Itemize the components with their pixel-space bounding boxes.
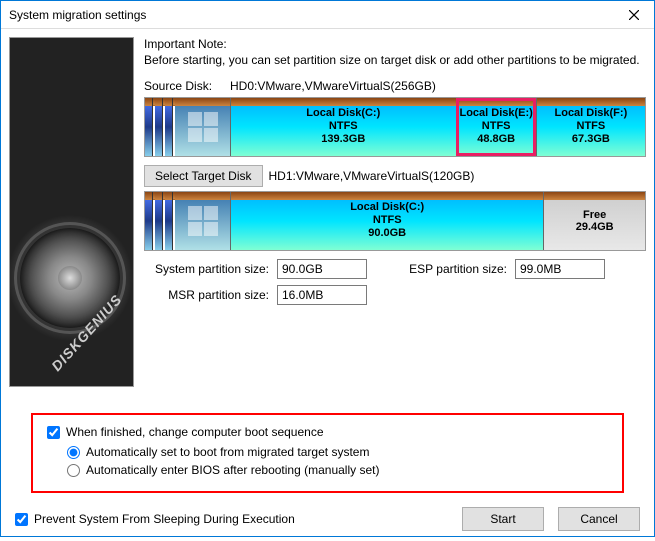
change-boot-sequence-checkbox[interactable] bbox=[47, 426, 60, 439]
enter-bios-radio[interactable] bbox=[67, 464, 80, 477]
close-button[interactable] bbox=[614, 1, 654, 29]
msr-partition-size-input[interactable] bbox=[277, 285, 367, 305]
note-body: Before starting, you can set partition s… bbox=[144, 53, 646, 69]
target-disk-bar[interactable]: Local Disk(C:) NTFS 90.0GB Free 29.4GB bbox=[144, 191, 646, 251]
change-boot-sequence-label: When finished, change computer boot sequ… bbox=[66, 425, 324, 439]
brand-image: DISKGENIUS bbox=[9, 37, 134, 387]
source-disk-label: Source Disk: bbox=[144, 79, 224, 93]
source-disk-name: HD0:VMware,VMwareVirtualS(256GB) bbox=[230, 79, 436, 93]
source-partition-e[interactable]: Local Disk(E:) NTFS 48.8GB bbox=[456, 98, 536, 156]
windows-icon bbox=[188, 112, 218, 142]
prevent-sleep-checkbox[interactable] bbox=[15, 513, 28, 526]
reserved-partition bbox=[165, 192, 173, 250]
system-partition-size-label: System partition size: bbox=[144, 262, 269, 276]
note-title: Important Note: bbox=[144, 37, 646, 51]
boot-sequence-box: When finished, change computer boot sequ… bbox=[31, 413, 624, 493]
target-free-space[interactable]: Free 29.4GB bbox=[543, 192, 645, 250]
windows-icon bbox=[188, 206, 218, 236]
auto-boot-label: Automatically set to boot from migrated … bbox=[86, 445, 369, 459]
target-partition-c[interactable]: Local Disk(C:) NTFS 90.0GB bbox=[230, 192, 543, 250]
source-disk-bar[interactable]: Local Disk(C:) NTFS 139.3GB Local Disk(E… bbox=[144, 97, 646, 157]
enter-bios-label: Automatically enter BIOS after rebooting… bbox=[86, 463, 379, 477]
reserved-partition bbox=[165, 98, 173, 156]
reserved-partition bbox=[145, 98, 153, 156]
start-button[interactable]: Start bbox=[462, 507, 544, 531]
reserved-partition bbox=[155, 98, 163, 156]
prevent-sleep-label: Prevent System From Sleeping During Exec… bbox=[34, 512, 295, 526]
close-icon bbox=[629, 10, 639, 20]
system-partition-size-input[interactable] bbox=[277, 259, 367, 279]
target-disk-name: HD1:VMware,VMwareVirtualS(120GB) bbox=[269, 169, 475, 183]
reserved-partition bbox=[145, 192, 153, 250]
system-partition bbox=[175, 98, 230, 156]
window-title: System migration settings bbox=[9, 8, 146, 22]
cancel-button[interactable]: Cancel bbox=[558, 507, 640, 531]
source-partition-f[interactable]: Local Disk(F:) NTFS 67.3GB bbox=[536, 98, 645, 156]
msr-partition-size-label: MSR partition size: bbox=[144, 288, 269, 302]
select-target-disk-button[interactable]: Select Target Disk bbox=[144, 165, 263, 187]
brand-text: DISKGENIUS bbox=[48, 291, 125, 374]
esp-partition-size-input[interactable] bbox=[515, 259, 605, 279]
reserved-partition bbox=[155, 192, 163, 250]
system-partition bbox=[175, 192, 230, 250]
source-partition-c[interactable]: Local Disk(C:) NTFS 139.3GB bbox=[230, 98, 456, 156]
auto-boot-radio[interactable] bbox=[67, 446, 80, 459]
titlebar: System migration settings bbox=[1, 1, 654, 29]
esp-partition-size-label: ESP partition size: bbox=[397, 262, 507, 276]
